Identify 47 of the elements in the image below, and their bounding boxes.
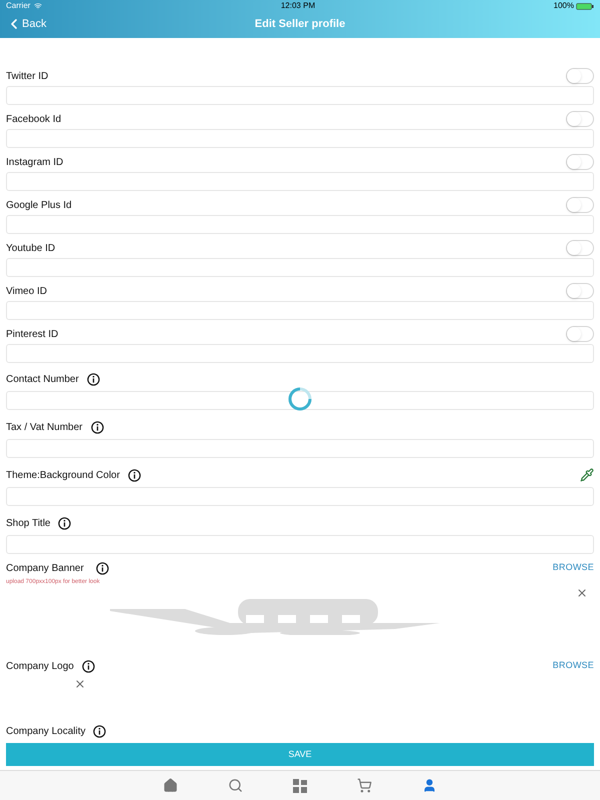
remove-icon[interactable] [576,587,588,599]
home-icon[interactable] [163,778,178,793]
search-icon[interactable] [228,778,243,793]
info-icon[interactable] [128,468,141,482]
info-icon[interactable] [86,372,100,386]
grid-icon[interactable] [293,778,307,792]
field-label: Company Locality [6,724,86,738]
back-button[interactable]: Back [6,16,46,32]
save-button[interactable]: SAVE [6,743,594,766]
carrier-label: Carrier [6,0,30,12]
field-label: Google Plus Id [6,198,72,212]
cart-icon[interactable] [357,778,372,793]
info-icon[interactable] [93,724,106,738]
browse-button[interactable]: BROWSE [552,561,594,575]
field-label: Twitter ID [6,70,48,84]
toggle-switch[interactable] [566,154,594,170]
toggle-switch[interactable] [566,68,594,84]
info-icon[interactable] [96,562,109,574]
field-label: Youtube ID [6,242,56,256]
toggle-switch[interactable] [566,197,594,213]
field-label: Tax / Vat Number [6,420,83,434]
clock: 12:03 PM [280,0,316,12]
battery-icon [576,2,594,10]
field-label: Facebook Id [6,112,62,126]
page-title: Edit Seller profile [254,16,346,32]
field-label: Shop Title [6,516,50,530]
field-label: Vimeo ID [6,284,47,298]
field-label: Company Logo [6,660,74,674]
toggle-switch[interactable] [566,283,594,299]
remove-icon[interactable] [74,678,86,690]
user-icon[interactable] [422,778,437,793]
info-icon[interactable] [82,660,95,672]
toggle-switch[interactable] [566,111,594,127]
toggle-switch[interactable] [566,240,594,256]
info-icon[interactable] [90,420,104,434]
field-label: Instagram ID [6,156,64,170]
info-icon[interactable] [58,516,72,530]
color-picker-icon[interactable] [580,468,594,482]
field-label: Company Banner [6,562,84,576]
field-label: Contact Number [6,372,79,386]
toggle-switch[interactable] [566,326,594,342]
browse-button[interactable]: BROWSE [552,659,594,673]
wifi-icon [34,2,42,10]
field-label: Pinterest ID [6,328,58,342]
field-label: Theme:Background Color [6,468,120,482]
loading-spinner [287,386,313,412]
battery-label: 100% [554,0,574,12]
